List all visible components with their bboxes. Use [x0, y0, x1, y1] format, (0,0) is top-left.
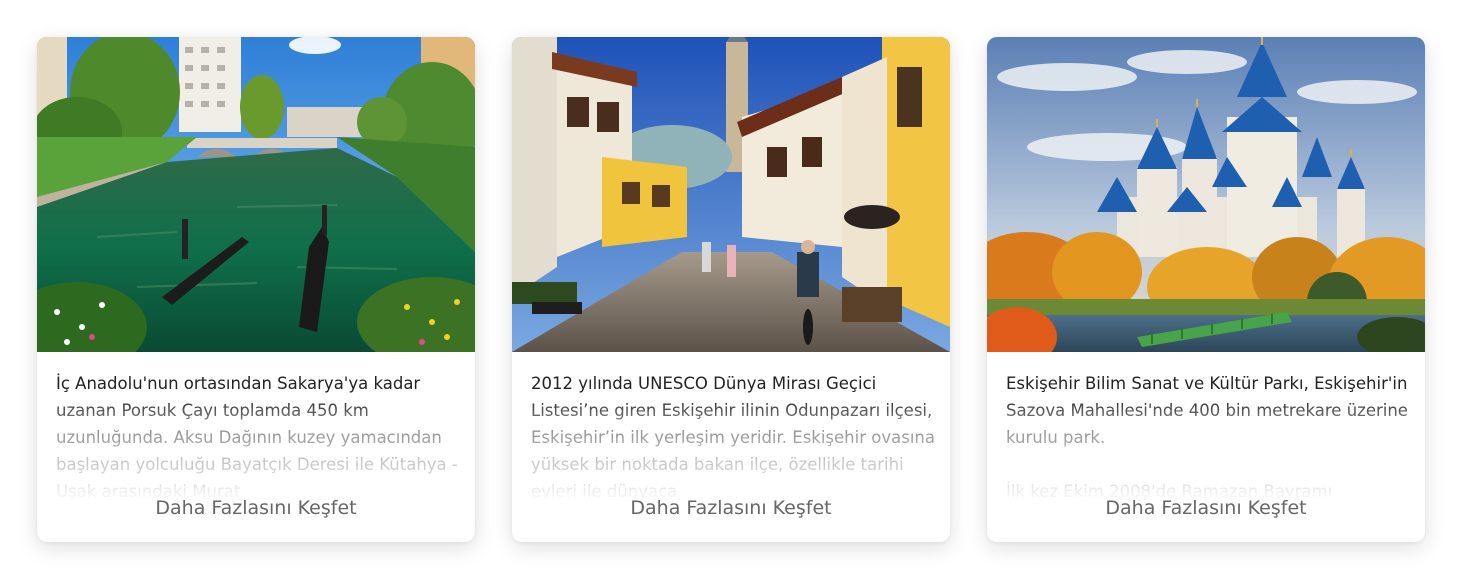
- attraction-cards: İç Anadolu'nun ortasından Sakarya'ya kad…: [0, 0, 1463, 578]
- card-odunpazari[interactable]: 2012 yılında UNESCO Dünya Mirası Geçici …: [512, 37, 950, 542]
- card-sazova[interactable]: Eskişehir Bilim Sanat ve Kültür Parkı, E…: [987, 37, 1425, 542]
- card-porsuk[interactable]: İç Anadolu'nun ortasından Sakarya'ya kad…: [37, 37, 475, 542]
- card-description: Eskişehir Bilim Sanat ve Kültür Parkı, E…: [1006, 370, 1410, 502]
- explore-more-button[interactable]: Daha Fazlasını Keşfet: [512, 493, 950, 523]
- card-image[interactable]: [987, 37, 1425, 352]
- card-image[interactable]: [37, 37, 475, 352]
- card-description-p1: 2012 yılında UNESCO Dünya Mirası Geçici …: [531, 374, 935, 501]
- odunpazari-street-image: [512, 37, 950, 352]
- sazova-castle-image: [987, 37, 1425, 352]
- porsuk-river-image: [37, 37, 475, 352]
- card-description-p1: İç Anadolu'nun ortasından Sakarya'ya kad…: [56, 374, 458, 501]
- card-description-p1: Eskişehir Bilim Sanat ve Kültür Parkı, E…: [1006, 374, 1408, 447]
- card-image[interactable]: [512, 37, 950, 352]
- explore-more-button[interactable]: Daha Fazlasını Keşfet: [987, 493, 1425, 523]
- explore-more-button[interactable]: Daha Fazlasını Keşfet: [37, 493, 475, 523]
- card-description: 2012 yılında UNESCO Dünya Mirası Geçici …: [531, 370, 935, 502]
- card-description: İç Anadolu'nun ortasından Sakarya'ya kad…: [56, 370, 460, 502]
